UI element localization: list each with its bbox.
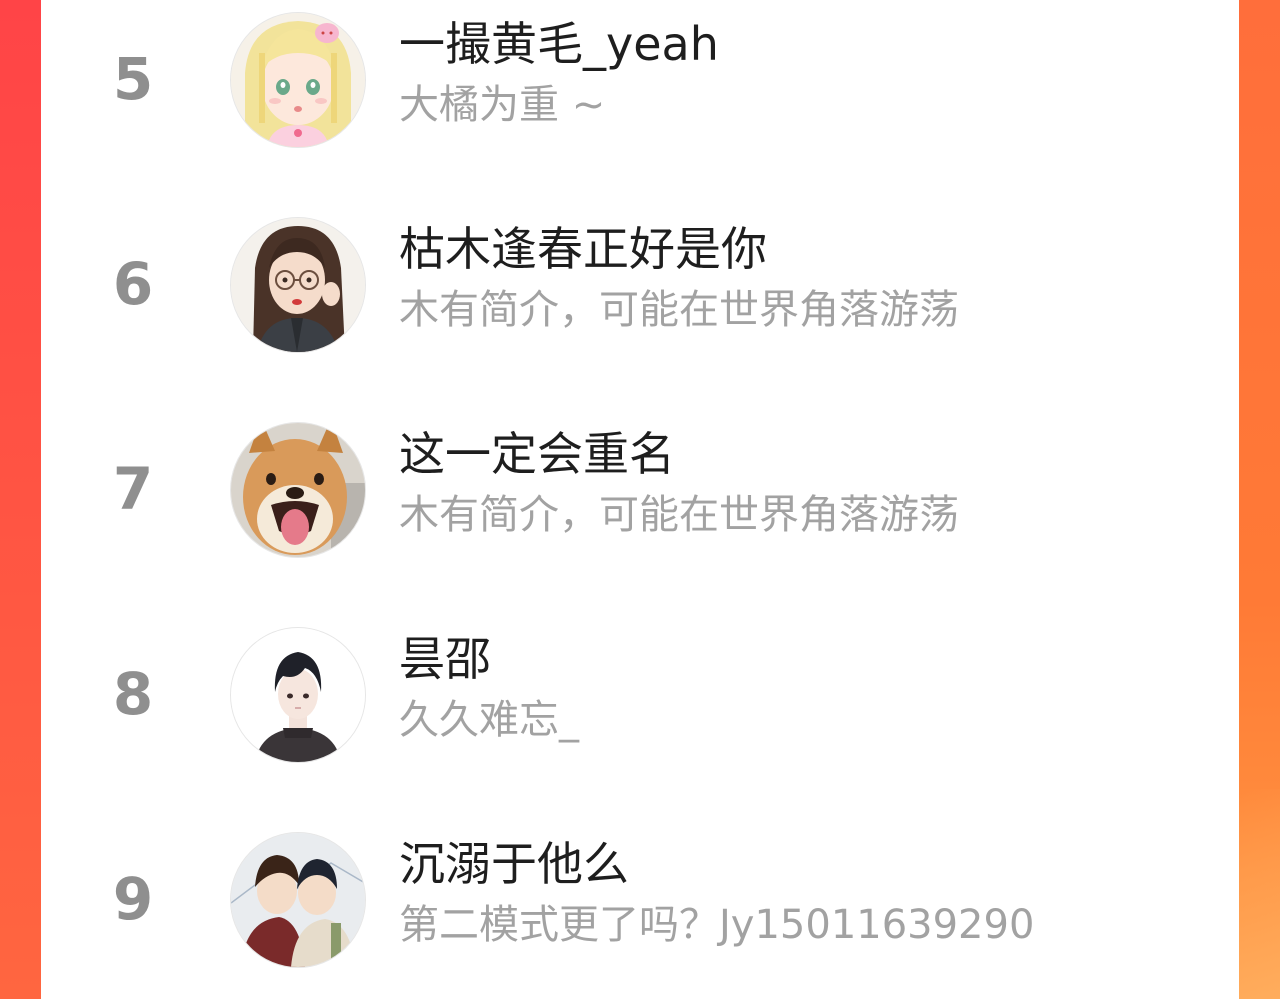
ranking-row[interactable]: 8 昙邵 久久难忘_ [41,615,1239,775]
user-bio: 久久难忘_ [399,697,579,743]
background-left-edge [0,0,41,999]
user-bio: 第二模式更了吗？Jy15011639290 [399,902,1035,948]
user-bio: 木有简介，可能在世界角落游荡 [399,287,959,333]
anime-girl-blonde-avatar[interactable] [230,12,366,148]
user-bio: 大橘为重 ~ [399,82,606,128]
rank-number: 5 [112,45,154,113]
user-name[interactable]: 枯木逢春正好是你 [399,219,767,279]
rank-number: 8 [112,660,154,728]
rank-number: 6 [112,250,154,318]
user-name[interactable]: 这一定会重名 [399,424,675,484]
ranking-list-card: 5 一撮黄毛_yeah 大橘为重 ~ 6 枯木逢春正好是你 木有简介，可能在世界… [41,0,1239,999]
ranking-row[interactable]: 6 枯木逢春正好是你 木有简介，可能在世界角落游荡 [41,205,1239,365]
user-name[interactable]: 沉溺于他么 [399,834,629,894]
anime-boy-black-hair-avatar[interactable] [230,627,366,763]
anime-couple-avatar[interactable] [230,832,366,968]
girl-with-glasses-avatar[interactable] [230,217,366,353]
background-right-edge [1239,0,1280,999]
user-name[interactable]: 昙邵 [399,629,491,689]
rank-number: 9 [112,865,154,933]
user-bio: 木有简介，可能在世界角落游荡 [399,492,959,538]
shiba-dog-avatar[interactable] [230,422,366,558]
ranking-row[interactable]: 7 这一定会重名 木有简介，可能在世界角落游荡 [41,410,1239,570]
rank-number: 7 [112,455,154,523]
ranking-row[interactable]: 5 一撮黄毛_yeah 大橘为重 ~ [41,0,1239,160]
ranking-row[interactable]: 9 沉溺于他么 第二模式更了吗？Jy15011639290 [41,820,1239,980]
user-name[interactable]: 一撮黄毛_yeah [399,14,719,74]
